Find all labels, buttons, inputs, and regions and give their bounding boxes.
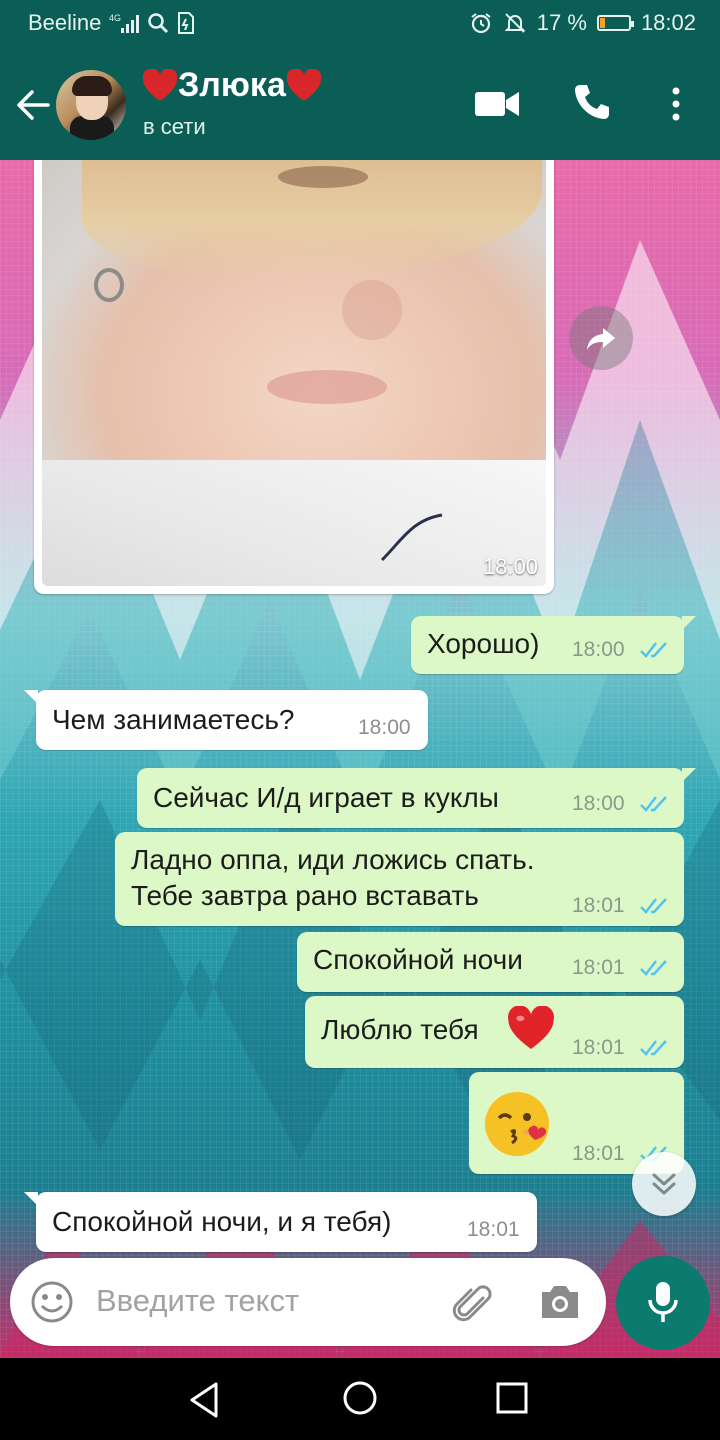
message-text: Чем занимаетесь?	[52, 704, 295, 735]
message-text: Спокойной ночи	[313, 944, 523, 975]
mic-button[interactable]	[616, 1256, 710, 1350]
heart-emoji	[286, 68, 322, 101]
message-time: 18:01	[572, 1036, 625, 1059]
read-receipt-icon	[640, 642, 667, 658]
read-receipt-icon	[640, 1040, 667, 1056]
message-text: Хорошо)	[427, 628, 540, 659]
contact-status: в сети	[143, 114, 206, 139]
signal-icon: 4G	[109, 13, 140, 33]
outgoing-message[interactable]: Люблю тебя 18:01	[305, 996, 684, 1068]
photo-image[interactable]	[42, 160, 546, 586]
back-arrow-icon[interactable]	[14, 86, 52, 124]
read-receipt-icon	[640, 796, 667, 812]
avatar[interactable]	[56, 70, 126, 140]
double-chevron-down-icon	[652, 1173, 676, 1195]
message-time: 18:01	[572, 894, 625, 917]
nav-recent-apps-icon[interactable]	[494, 1380, 530, 1416]
mute-icon	[504, 13, 526, 33]
red-heart-emoji	[508, 1006, 554, 1049]
message-composer[interactable]: Введите текст	[10, 1258, 606, 1346]
outgoing-message[interactable]: Хорошо) 18:00	[411, 616, 696, 674]
outgoing-message[interactable]: Ладно оппа, иди ложись спать. Тебе завтр…	[115, 832, 684, 926]
phone-icon[interactable]	[572, 82, 612, 122]
system-nav-bar	[0, 1358, 720, 1440]
forward-button[interactable]	[569, 306, 633, 370]
message-time: 18:00	[358, 716, 411, 739]
chat-header: Злюка в сети	[0, 48, 720, 160]
chat-area[interactable]: 18:00 Хорошо) 18:00 Чем занимаетесь? 18:…	[0, 160, 720, 1358]
mic-icon	[648, 1282, 678, 1322]
nav-back-icon[interactable]	[186, 1380, 226, 1420]
video-call-icon[interactable]	[474, 88, 520, 120]
search-icon	[148, 13, 169, 34]
outgoing-message[interactable]: Сейчас И/д играет в куклы 18:00	[137, 768, 696, 828]
alarm-icon	[471, 13, 491, 34]
message-text-line: Тебе завтра рано вставать	[131, 880, 479, 911]
message-time: 18:01	[467, 1218, 520, 1241]
photo-message[interactable]: 18:00	[34, 160, 554, 594]
message-time: 18:00	[482, 554, 538, 579]
read-receipt-icon	[640, 960, 667, 976]
incoming-message[interactable]: Чем занимаетесь? 18:00	[24, 690, 428, 750]
heart-emoji	[142, 68, 178, 101]
incoming-message[interactable]: Спокойной ночи, и я тебя) 18:01	[24, 1192, 537, 1252]
sim-icon	[178, 12, 195, 34]
message-time: 18:01	[572, 1142, 625, 1165]
status-bar: Beeline 4G 17 % 18:02	[0, 0, 720, 48]
battery-icon	[596, 15, 634, 31]
contact-name[interactable]: Злюка	[142, 66, 322, 105]
message-input[interactable]: Введите текст	[96, 1283, 299, 1319]
message-time: 18:00	[572, 792, 625, 815]
more-vert-icon[interactable]	[660, 84, 692, 124]
read-receipt-icon	[640, 898, 667, 914]
carrier-label: Beeline	[28, 10, 102, 35]
battery-percent: 17 %	[536, 10, 587, 35]
message-text: Люблю тебя	[321, 1014, 479, 1045]
forward-icon	[587, 328, 615, 350]
emoji-icon[interactable]	[30, 1280, 74, 1324]
message-time: 18:01	[572, 956, 625, 979]
earring	[94, 268, 124, 302]
clock: 18:02	[640, 10, 696, 35]
message-time: 18:00	[572, 638, 625, 661]
attach-icon[interactable]	[450, 1280, 494, 1324]
message-text: Спокойной ночи, и я тебя)	[52, 1206, 392, 1237]
camera-icon[interactable]	[538, 1282, 582, 1322]
kissing-face-emoji	[485, 1092, 549, 1156]
scroll-to-bottom-button[interactable]	[632, 1152, 696, 1216]
nav-home-icon[interactable]	[340, 1378, 380, 1418]
outgoing-message[interactable]: Спокойной ночи 18:01	[297, 932, 684, 992]
svg-text:4G: 4G	[109, 13, 121, 23]
message-text-line: Ладно оппа, иди ложись спать.	[131, 844, 535, 875]
shirt-collar	[380, 513, 443, 562]
contact-name-text: Злюка	[178, 66, 286, 104]
message-text: Сейчас И/д играет в куклы	[153, 782, 499, 813]
